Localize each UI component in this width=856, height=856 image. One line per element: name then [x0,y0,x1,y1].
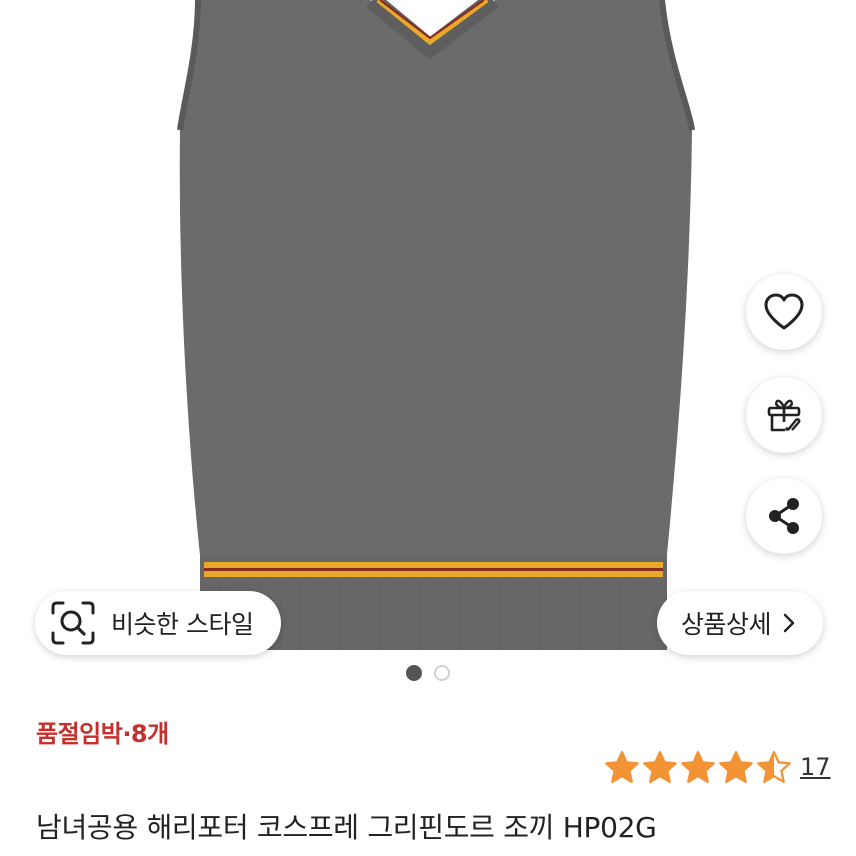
gift-icon [767,399,801,432]
product-title: 남녀공용 해리포터 코스프레 그리핀도르 조끼 HP02G [36,811,657,844]
page-dot[interactable] [434,665,450,681]
similar-style-label: 비슷한 스타일 [111,610,254,639]
rating-summary[interactable]: 17 [604,750,831,784]
product-detail-label: 상품상세 [681,610,772,639]
heart-icon [764,293,804,330]
star-full-icon [605,751,639,783]
image-search-icon [51,601,95,645]
similar-style-button[interactable]: 비슷한 스타일 [35,591,281,655]
review-count-link[interactable]: 17 [800,753,831,781]
star-full-icon [719,751,753,783]
like-button[interactable] [746,274,822,350]
product-detail-button[interactable]: 상품상세 [657,591,823,655]
star-full-icon [681,751,715,783]
product-image-gallery[interactable]: 비슷한 스타일 상품상세 [0,0,856,690]
page-dot-active[interactable] [406,665,422,681]
stock-notice: 품절임박·8개 [36,720,169,748]
gallery-pagination [0,665,856,681]
share-button[interactable] [746,478,822,554]
star-rating [604,750,792,784]
product-image [177,0,695,650]
star-full-icon [643,751,677,783]
chevron-right-icon [783,613,795,633]
star-half-icon [757,751,791,783]
gift-button[interactable] [746,377,822,453]
share-icon [769,498,799,534]
